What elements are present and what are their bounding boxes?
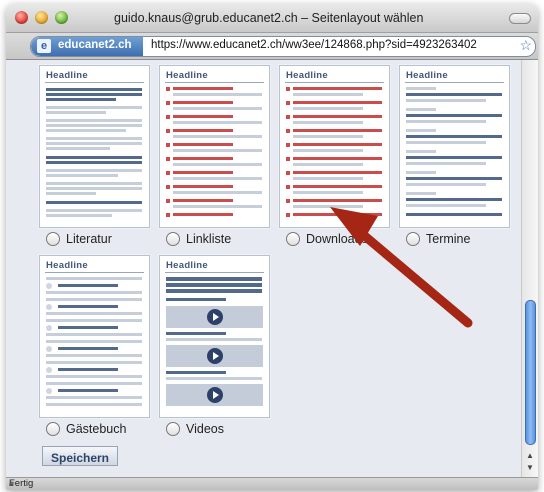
window-title: guido.knaus@grub.educanet2.ch – Seitenla… (114, 11, 424, 25)
layout-card-termine[interactable]: Headline (399, 65, 510, 228)
radio-label: Downloads (306, 232, 368, 246)
radio-literatur[interactable]: Literatur (46, 232, 112, 246)
play-icon (206, 309, 223, 325)
radio-button[interactable] (46, 232, 60, 246)
radio-button[interactable] (286, 232, 300, 246)
radio-label: Literatur (66, 232, 112, 246)
toolbar-toggle-button[interactable] (509, 13, 531, 24)
lock-icon: 🔒︎ (9, 478, 14, 488)
scroll-up-arrow-icon[interactable]: ▲ (526, 451, 534, 460)
radio-videos[interactable]: Videos (166, 422, 224, 436)
radio-label: Termine (426, 232, 471, 246)
address-bar: e educanet2.ch https://www.educanet2.ch/… (6, 33, 538, 60)
scroll-down-arrow-icon[interactable]: ▼ (526, 463, 534, 472)
minimize-window-button[interactable] (35, 11, 48, 24)
layout-thumbnail: Headline (44, 70, 145, 223)
radio-downloads[interactable]: Downloads (286, 232, 368, 246)
radio-label: Videos (186, 422, 224, 436)
radio-button[interactable] (406, 232, 420, 246)
layout-card-linkliste[interactable]: Headline (159, 65, 270, 228)
layout-thumbnail: Headline (164, 260, 265, 413)
layout-thumbnail: Headline (44, 260, 145, 413)
radio-gaestebuch[interactable]: Gästebuch (46, 422, 126, 436)
layout-card-literatur[interactable]: Headline (39, 65, 150, 228)
site-favicon-icon: e (37, 39, 51, 53)
layout-thumbnail: Headline (164, 70, 265, 223)
thumbnail-headline: Headline (166, 70, 208, 81)
radio-button[interactable] (166, 422, 180, 436)
play-icon (206, 387, 223, 403)
save-button[interactable]: Speichern (42, 446, 118, 466)
radio-button[interactable] (166, 232, 180, 246)
radio-label: Linkliste (186, 232, 232, 246)
radio-label: Gästebuch (66, 422, 127, 436)
site-label: educanet2.ch (58, 39, 132, 51)
layout-card-videos[interactable]: Headline (159, 255, 270, 418)
titlebar: guido.knaus@grub.educanet2.ch – Seitenla… (6, 4, 538, 33)
radio-button[interactable] (46, 422, 60, 436)
bookmark-star-icon[interactable]: ☆ (519, 37, 532, 54)
close-window-button[interactable] (15, 11, 28, 24)
site-identity-badge[interactable]: e educanet2.ch (31, 37, 143, 56)
status-bar: Fertig 🔒︎ (6, 477, 538, 490)
thumbnail-headline: Headline (286, 70, 328, 81)
thumbnail-headline: Headline (46, 70, 88, 81)
radio-termine[interactable]: Termine (406, 232, 470, 246)
thumbnail-headline: Headline (166, 260, 208, 271)
url-text[interactable]: https://www.educanet2.ch/ww3ee/124868.ph… (151, 39, 477, 51)
layout-thumbnail: Headline (284, 70, 385, 223)
thumbnail-headline: Headline (406, 70, 448, 81)
url-field[interactable]: e educanet2.ch https://www.educanet2.ch/… (30, 36, 536, 57)
thumbnail-headline: Headline (46, 260, 88, 271)
layout-card-downloads[interactable]: Headline (279, 65, 390, 228)
vertical-scrollbar[interactable]: ▲ ▼ (521, 60, 538, 478)
radio-linkliste[interactable]: Linkliste (166, 232, 231, 246)
scrollbar-thumb[interactable] (525, 300, 536, 445)
maximize-window-button[interactable] (55, 11, 68, 24)
layout-card-gaestebuch[interactable]: Headline (39, 255, 150, 418)
play-icon (206, 348, 223, 364)
browser-window: guido.knaus@grub.educanet2.ch – Seitenla… (6, 4, 538, 490)
layout-thumbnail: Headline (404, 70, 505, 223)
page-content: Headline Literatur Headline Linkliste He… (6, 60, 522, 478)
